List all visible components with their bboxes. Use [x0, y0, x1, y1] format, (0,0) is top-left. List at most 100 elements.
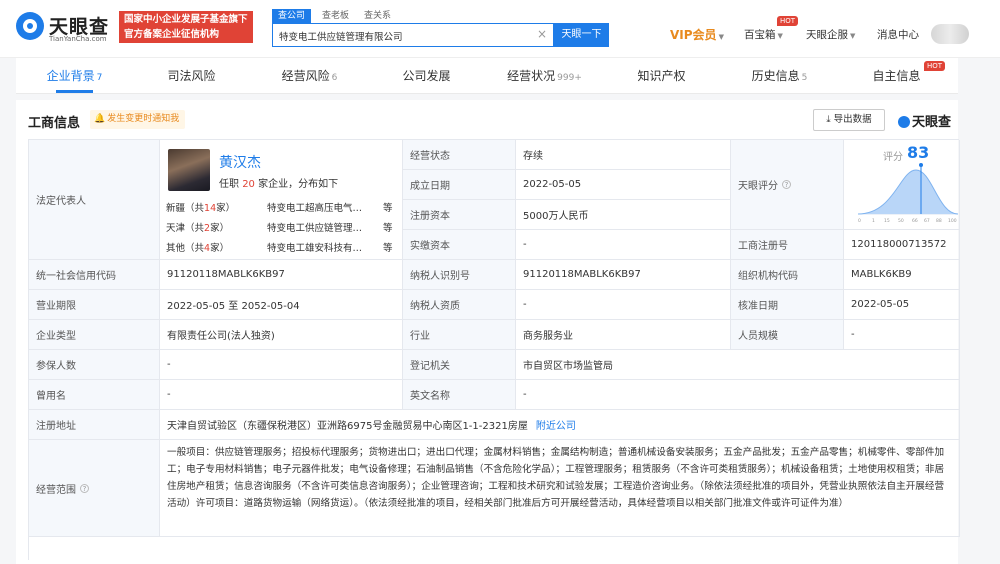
- logo-eye-icon: [16, 12, 44, 40]
- label-taxpayer-qual: 纳税人资质: [403, 290, 516, 320]
- label-estab-date: 成立日期: [403, 170, 516, 200]
- label-legal-rep: 法定代表人: [29, 140, 160, 260]
- brand-watermark: 天眼查: [898, 111, 951, 130]
- value-business-scope: 一般项目：供应链管理服务；招投标代理服务；货物进出口；进出口代理；金属材料销售；…: [160, 440, 960, 537]
- region-post: 家）: [210, 223, 230, 234]
- region-etc: 等: [383, 203, 393, 214]
- score-title: 评分: [883, 152, 903, 163]
- tab-intellectual-property[interactable]: 知识产权: [603, 67, 720, 84]
- logo-eye-icon: [898, 116, 910, 128]
- value-authority: 市自贸区市场监管局: [516, 350, 960, 380]
- top-header: 天眼查 TianYanCha.com 国家中小企业发展子基金旗下 官方备案企业征…: [0, 0, 1000, 58]
- region-firm[interactable]: 特变电工超高压电气…: [267, 200, 377, 214]
- tab-label: 公司发展: [402, 69, 451, 83]
- value-former-name: -: [160, 380, 403, 410]
- score-value[interactable]: 83: [907, 143, 929, 162]
- export-data-button[interactable]: ⤓ 导出数据: [813, 109, 885, 131]
- tab-enterprise-background[interactable]: 企业背景 7: [16, 67, 133, 84]
- value-paid-capital: -: [516, 230, 731, 260]
- vip-member-menu[interactable]: VIP会员 ▼: [670, 26, 724, 43]
- value-company-type: 有限责任公司(法人独资): [160, 320, 403, 350]
- treasure-box-menu[interactable]: 百宝箱 ▼: [744, 27, 783, 42]
- tab-count: 5: [801, 73, 808, 83]
- enterprise-service-menu[interactable]: 天眼企服 ▼: [806, 27, 855, 42]
- change-notify-button[interactable]: 🔔 发生变更时通知我: [90, 110, 186, 129]
- region-label[interactable]: 新疆（共14家）: [166, 200, 235, 214]
- bell-icon: 🔔: [94, 114, 106, 124]
- clear-icon[interactable]: ×: [537, 27, 547, 41]
- label-uscc: 统一社会信用代码: [29, 260, 160, 290]
- legal-rep-photo[interactable]: [168, 149, 210, 191]
- tab-history[interactable]: 历史信息 5: [721, 67, 838, 84]
- help-icon[interactable]: ?: [782, 180, 791, 189]
- site-logo[interactable]: 天眼查 TianYanCha.com: [16, 10, 116, 46]
- region-post: 家）: [210, 243, 230, 254]
- tab-label: 企业背景: [46, 69, 95, 83]
- summary-count[interactable]: 20: [242, 179, 255, 190]
- nearby-companies-link[interactable]: 附近公司: [536, 417, 576, 432]
- value-reg-no: 120118000713572: [844, 230, 960, 260]
- label-business-scope: 经营范围?: [29, 440, 160, 537]
- tab-label: 经营风险: [281, 69, 330, 83]
- search-tab-boss[interactable]: 查老板: [316, 9, 355, 23]
- legal-rep-summary: 任职 20 家企业，分布如下: [219, 175, 338, 190]
- region-firm[interactable]: 特变电工供应链管理…: [267, 220, 377, 234]
- slogan-line-2: 官方备案企业征信机构: [124, 29, 220, 40]
- treasure-label: 百宝箱: [744, 29, 776, 41]
- region-firm[interactable]: 特变电工雄安科技有…: [267, 240, 377, 254]
- value-address: 天津自贸试验区（东疆保税港区）亚洲路6975号金融贸易中心南区1-1-2321房…: [160, 410, 960, 440]
- region-label[interactable]: 天津（共2家）: [166, 220, 229, 234]
- label-capital: 注册资本: [403, 200, 516, 230]
- label-company-type: 企业类型: [29, 320, 160, 350]
- value-industry: 商务服务业: [516, 320, 731, 350]
- region-label[interactable]: 其他（共4家）: [166, 240, 229, 254]
- tab-label: 知识产权: [637, 69, 686, 83]
- tab-judicial-risk[interactable]: 司法风险: [133, 67, 250, 84]
- scope-label-text: 经营范围: [36, 484, 76, 496]
- section-title: 工商信息: [28, 116, 81, 131]
- tab-company-development[interactable]: 公司发展: [368, 67, 485, 84]
- score-tick: 67: [924, 218, 930, 224]
- tab-label: 司法风险: [167, 69, 216, 83]
- chevron-down-icon: ▼: [718, 33, 724, 41]
- hot-badge: HOT: [777, 16, 799, 26]
- label-former-name: 曾用名: [29, 380, 160, 410]
- search-tab-company[interactable]: 查公司: [272, 9, 312, 23]
- search-button[interactable]: 天眼一下: [554, 23, 609, 47]
- score-tick: 15: [884, 218, 890, 224]
- address-text: 天津自贸试验区（东疆保税港区）亚洲路6975号金融贸易中心南区1-1-2321房…: [167, 421, 528, 432]
- region-count: 14: [204, 203, 217, 214]
- label-reg-no: 工商注册号: [731, 230, 844, 260]
- region-pre: （共: [185, 203, 205, 214]
- tab-label: 经营状况: [507, 69, 556, 83]
- search-tab-relation[interactable]: 查关系: [358, 9, 397, 23]
- label-english-name: 英文名称: [403, 380, 516, 410]
- legal-rep-name[interactable]: 黄汉杰: [219, 152, 261, 172]
- label-authority: 登记机关: [403, 350, 516, 380]
- tab-operation-risk[interactable]: 经营风险 6: [251, 67, 368, 84]
- value-taxpayer-id: 91120118MABLK6KB97: [516, 260, 731, 290]
- region-name: 新疆: [166, 203, 186, 214]
- value-insured: -: [160, 350, 403, 380]
- score-tick: 1: [872, 218, 875, 224]
- chevron-down-icon: ▼: [777, 32, 783, 40]
- region-name: 天津: [166, 223, 186, 234]
- label-address: 注册地址: [29, 410, 160, 440]
- label-industry: 行业: [403, 320, 516, 350]
- chevron-down-icon: ▼: [850, 32, 856, 40]
- help-icon[interactable]: ?: [80, 483, 89, 493]
- value-term: 2022-05-05 至 2052-05-04: [160, 290, 403, 320]
- message-center-link[interactable]: 消息中心: [877, 27, 919, 42]
- search-input[interactable]: [279, 28, 529, 43]
- region-etc: 等: [383, 243, 393, 254]
- value-capital: 5000万人民币: [516, 200, 731, 230]
- score-label-text: 天眼评分: [738, 181, 778, 192]
- value-english-name: -: [516, 380, 960, 410]
- tab-business-status[interactable]: 经营状况 999+: [486, 67, 603, 84]
- download-icon: ⤓: [826, 114, 834, 125]
- score-bell-curve: [858, 170, 958, 214]
- value-estab-date: 2022-05-05: [516, 170, 731, 200]
- user-avatar[interactable]: [931, 24, 969, 44]
- score-tick: 100: [948, 218, 957, 224]
- summary-suffix: 家企业，分布如下: [258, 179, 339, 190]
